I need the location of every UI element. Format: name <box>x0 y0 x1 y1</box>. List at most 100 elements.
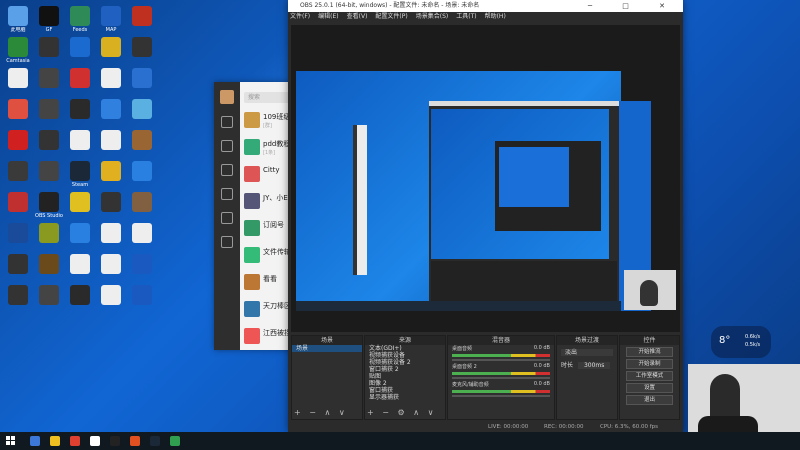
duration-input[interactable]: 300ms <box>577 362 611 369</box>
weather-widget[interactable]: 8° 0.6k/s 0.5k/s <box>711 326 771 358</box>
desktop-icon[interactable] <box>94 252 128 286</box>
volume-slider[interactable] <box>452 377 550 379</box>
sources-toolbar[interactable]: + − ⚙ ∧ ∨ <box>367 408 436 417</box>
source-item[interactable]: 文本(GDI+) <box>365 345 445 352</box>
settings-button[interactable]: 设置 <box>626 383 673 393</box>
start-streaming-button[interactable]: 开始推流 <box>626 347 673 357</box>
taskbar-app-icon[interactable] <box>110 436 120 446</box>
desktop-icon[interactable] <box>94 283 128 317</box>
desktop-icon[interactable] <box>125 97 159 131</box>
studio-mode-button[interactable]: 工作室模式 <box>626 371 673 381</box>
taskbar-app-icon[interactable] <box>50 436 60 446</box>
desktop-icon[interactable]: GF <box>32 4 66 38</box>
start-recording-button[interactable]: 开始录制 <box>626 359 673 369</box>
desktop-icon[interactable] <box>32 128 66 162</box>
desktop-icon[interactable] <box>1 252 35 286</box>
favorites-icon[interactable] <box>221 164 233 176</box>
desktop-icon[interactable] <box>125 221 159 255</box>
desktop-icon[interactable] <box>32 97 66 131</box>
desktop-icon[interactable] <box>125 128 159 162</box>
desktop-icon[interactable] <box>94 221 128 255</box>
desktop-icon[interactable] <box>125 190 159 224</box>
files-icon[interactable] <box>221 188 233 200</box>
obs-window[interactable]: OBS 25.0.1 (64-bit, windows) - 配置文件: 未命名… <box>288 0 683 432</box>
desktop-icon[interactable] <box>125 283 159 317</box>
desktop-icon[interactable]: 此电脑 <box>1 4 35 38</box>
desktop-icon[interactable] <box>94 190 128 224</box>
desktop-icon[interactable] <box>94 66 128 100</box>
desktop-icon[interactable] <box>94 35 128 69</box>
menu-item[interactable]: 帮助(H) <box>485 13 506 20</box>
start-button[interactable] <box>6 436 16 446</box>
source-item[interactable]: 视频捕获设备 2 <box>365 359 445 366</box>
desktop-icon[interactable] <box>125 159 159 193</box>
desktop-icon[interactable] <box>32 35 66 69</box>
desktop-icon[interactable] <box>63 190 97 224</box>
desktop-icon[interactable] <box>94 128 128 162</box>
scenes-toolbar[interactable]: + − ∧ ∨ <box>294 408 348 417</box>
desktop-icon[interactable] <box>63 66 97 100</box>
window-title-bar[interactable]: OBS 25.0.1 (64-bit, windows) - 配置文件: 未命名… <box>288 0 683 12</box>
contacts-icon[interactable] <box>221 140 233 152</box>
source-item[interactable]: 图像 2 <box>365 380 445 387</box>
taskbar-app-icon[interactable] <box>70 436 80 446</box>
chat-icon[interactable] <box>221 116 233 128</box>
desktop-icon[interactable] <box>125 252 159 286</box>
source-item[interactable]: 窗口捕获 2 <box>365 366 445 373</box>
desktop-icon[interactable] <box>1 159 35 193</box>
cpu-status: CPU: 6.3%, 60.00 fps <box>600 424 659 430</box>
desktop-icon[interactable] <box>125 4 159 38</box>
desktop-icon[interactable] <box>63 252 97 286</box>
menu-item[interactable]: 编辑(E) <box>318 13 338 20</box>
volume-slider[interactable] <box>452 359 550 361</box>
taskbar-app-icon[interactable] <box>30 436 40 446</box>
moments-icon[interactable] <box>221 212 233 224</box>
desktop-icon[interactable] <box>1 128 35 162</box>
taskbar-app-icon[interactable] <box>130 436 140 446</box>
taskbar-app-icon[interactable] <box>170 436 180 446</box>
menu-item[interactable]: 文件(F) <box>290 13 310 20</box>
desktop-icon[interactable] <box>63 35 97 69</box>
menu-item[interactable]: 场景集合(S) <box>416 13 449 20</box>
desktop-icon[interactable] <box>1 97 35 131</box>
desktop-icon[interactable]: Feeds <box>63 4 97 38</box>
source-item[interactable]: 显示器捕获 <box>365 394 445 401</box>
avatar[interactable] <box>220 90 234 104</box>
source-item[interactable]: 视频捕获设备 <box>365 352 445 359</box>
desktop-icon[interactable] <box>1 66 35 100</box>
taskbar-app-icon[interactable] <box>150 436 160 446</box>
desktop-icon[interactable]: MAP <box>94 4 128 38</box>
desktop-icon[interactable] <box>63 128 97 162</box>
desktop-icon[interactable] <box>94 159 128 193</box>
taskbar-app-icon[interactable] <box>90 436 100 446</box>
desktop-icon[interactable] <box>63 97 97 131</box>
preview-canvas[interactable] <box>291 25 680 332</box>
desktop-icon[interactable] <box>32 252 66 286</box>
source-item[interactable]: 窗口捕获 <box>365 387 445 394</box>
desktop-icon[interactable] <box>125 66 159 100</box>
desktop-icon[interactable] <box>63 221 97 255</box>
menu-item[interactable]: 工具(T) <box>456 13 476 20</box>
scene-item[interactable]: 场景 <box>292 345 362 352</box>
desktop-icon[interactable]: Steam <box>63 159 97 193</box>
desktop-icon[interactable]: OBS Studio <box>32 190 66 224</box>
desktop-icon[interactable] <box>1 190 35 224</box>
desktop-icon[interactable] <box>63 283 97 317</box>
desktop-icon[interactable] <box>32 159 66 193</box>
volume-slider[interactable] <box>452 395 550 397</box>
window-controls[interactable]: ─ □ ✕ <box>588 0 679 12</box>
desktop-icon[interactable] <box>32 66 66 100</box>
desktop-icon[interactable] <box>1 221 35 255</box>
desktop-icon[interactable] <box>125 35 159 69</box>
exit-button[interactable]: 退出 <box>626 395 673 405</box>
desktop-icon[interactable] <box>94 97 128 131</box>
desktop-icon[interactable] <box>1 283 35 317</box>
menu-item[interactable]: 查看(V) <box>347 13 368 20</box>
desktop-icon[interactable]: Camtasia <box>1 35 35 69</box>
menu-item[interactable]: 配置文件(P) <box>375 13 407 20</box>
desktop-icon[interactable] <box>32 283 66 317</box>
desktop-icon[interactable] <box>32 221 66 255</box>
transition-select[interactable]: 淡出 <box>561 349 613 356</box>
source-item[interactable]: 贴图 <box>365 373 445 380</box>
settings-icon[interactable] <box>221 236 233 248</box>
